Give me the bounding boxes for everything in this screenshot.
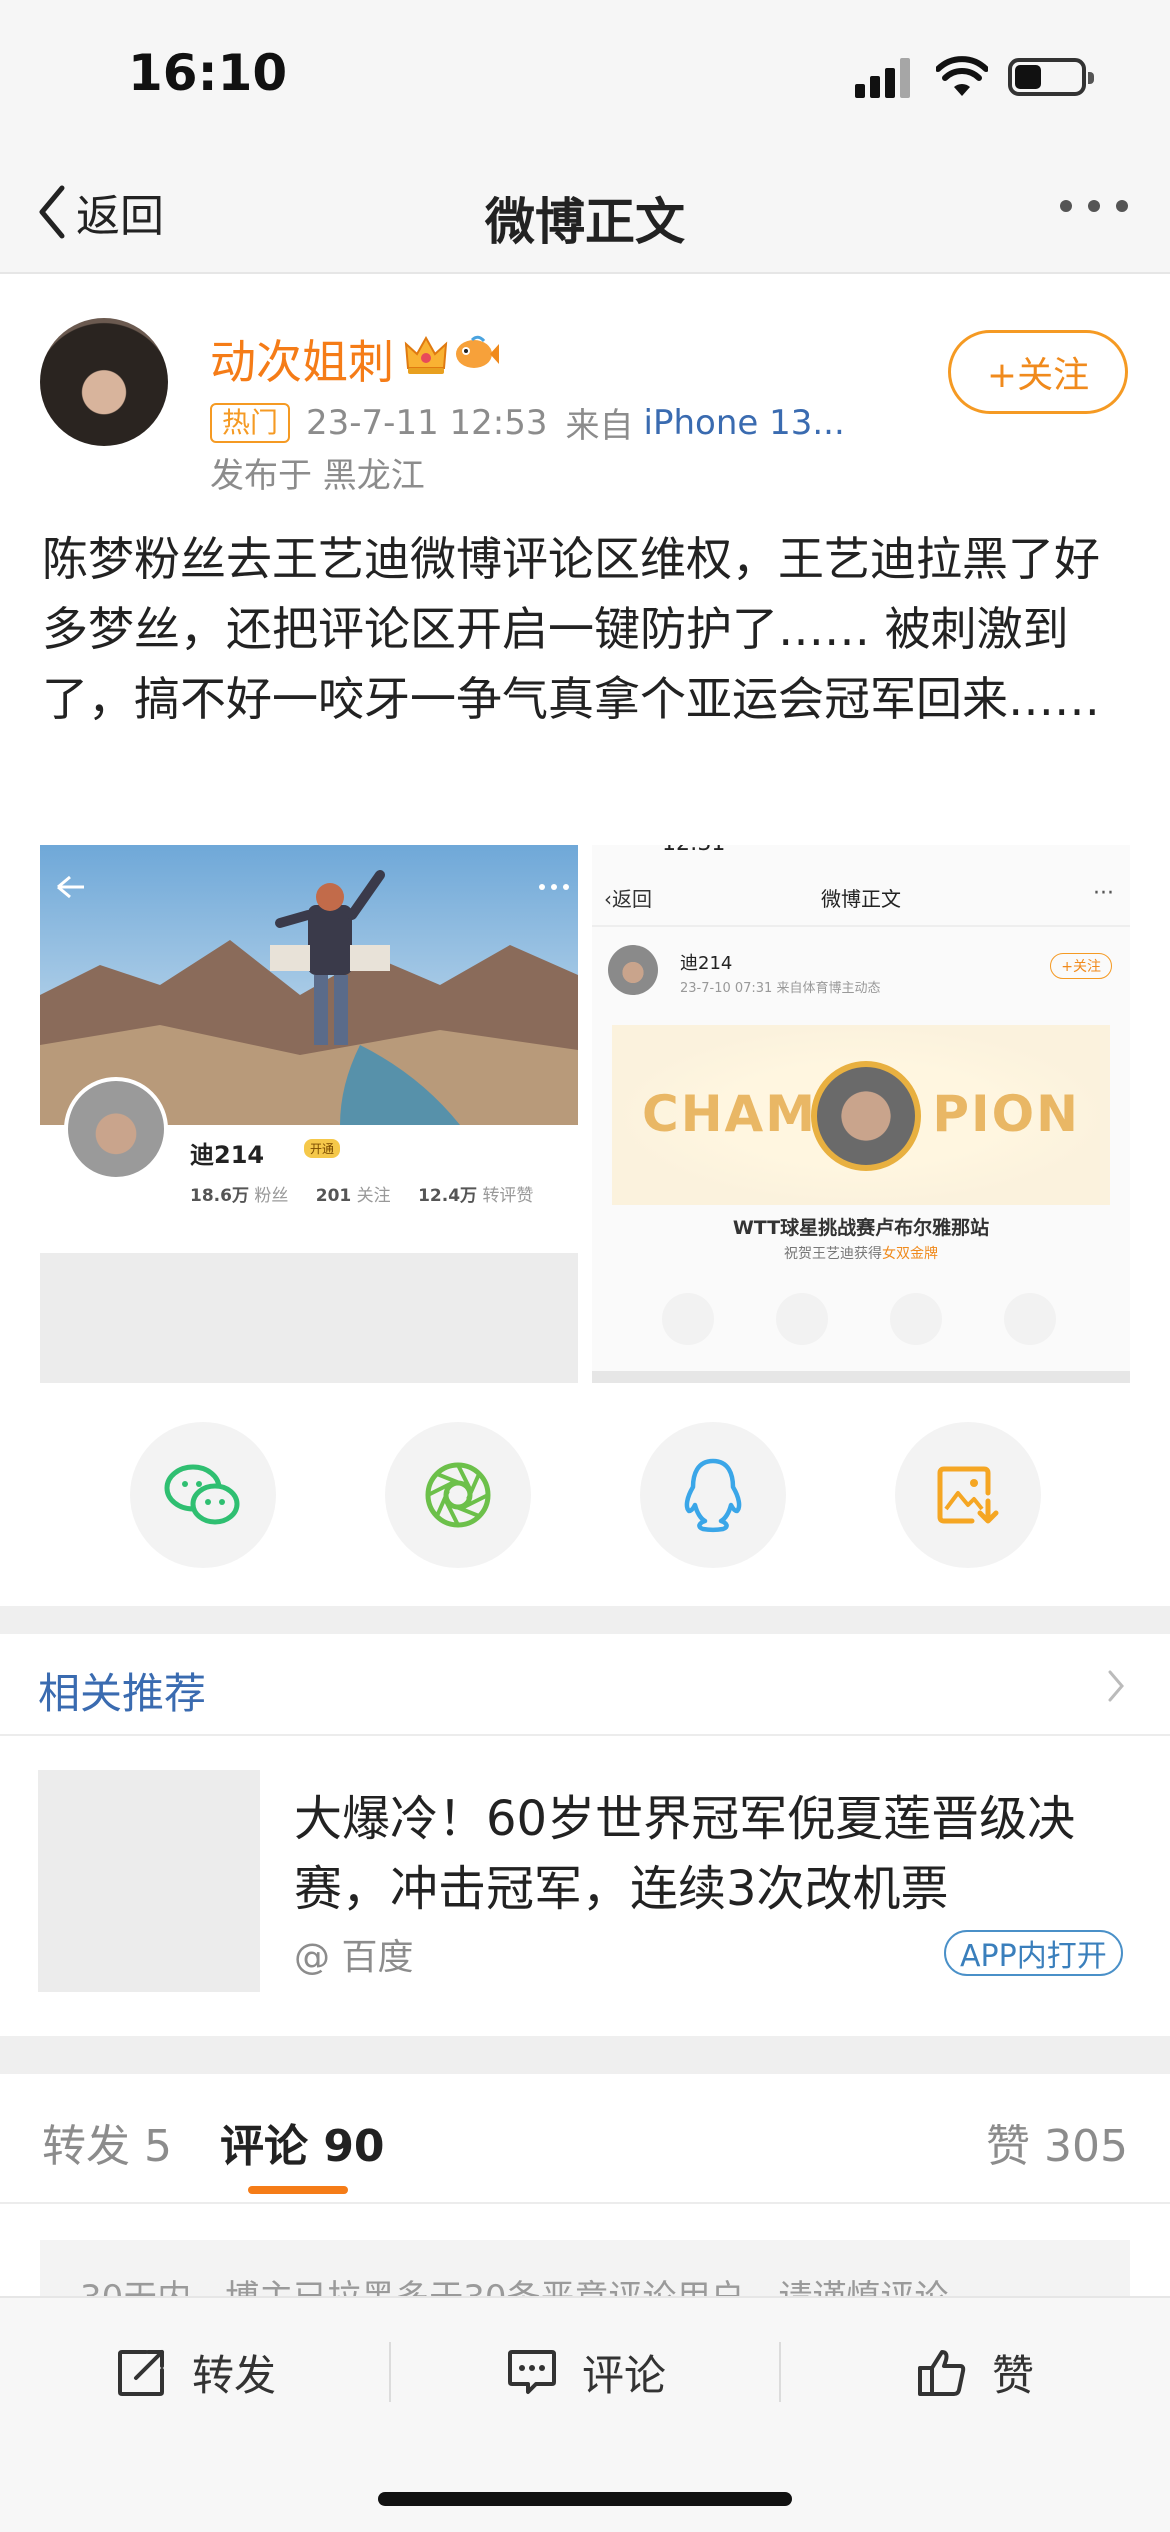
shot-time: 12:31 — [662, 845, 725, 856]
share-moments-button[interactable] — [385, 1422, 531, 1568]
battery-icon — [1008, 58, 1094, 96]
fans-label: 粉丝 — [254, 1186, 289, 1206]
tab-comment[interactable]: 评论 90 — [220, 2110, 385, 2174]
related-source: @ 百度 — [294, 1937, 414, 1978]
likes-count: 12.4万 — [418, 1186, 478, 1206]
thumbs-up-icon — [918, 2350, 966, 2396]
wifi-icon — [936, 56, 988, 96]
hot-badge: 热门 — [210, 402, 291, 443]
tab-indicator — [248, 2186, 348, 2194]
follow-label: 关注 — [356, 1186, 391, 1206]
comment-button[interactable]: 评论 — [506, 2340, 666, 2404]
divider — [779, 2342, 781, 2402]
likes-label: 转评赞 — [482, 1186, 534, 1206]
avatar[interactable] — [40, 318, 168, 446]
profile-avatar — [64, 1077, 168, 1181]
tab-like[interactable]: 赞 305 — [986, 2110, 1128, 2174]
related-thumbnail[interactable] — [38, 1770, 260, 1992]
champion-left: CHAM — [642, 1085, 817, 1143]
follow-button[interactable]: +关注 — [948, 330, 1128, 414]
post-text: 陈梦粉丝去王艺迪微博评论区维权，王艺迪拉黑了好多梦丝，还把评论区开启一键防护了…… — [42, 532, 1100, 726]
wechat-icon — [164, 1464, 240, 1525]
save-image-button[interactable] — [895, 1422, 1041, 1568]
shot-username: 迪214 — [680, 953, 733, 974]
post-location: 发布于 黑龙江 — [210, 456, 425, 496]
section-divider — [0, 1606, 1170, 1634]
related-title: 相关推荐 — [38, 1669, 207, 1718]
post-meta: 热门 23-7-11 12:53 来自 iPhone 13... — [210, 398, 845, 447]
divider — [0, 1734, 1170, 1736]
fish-badge-icon — [456, 335, 499, 368]
profile-strip: 迪214 开通 18.6万 粉丝 201 关注 12.4万 转评赞 — [40, 1077, 578, 1253]
status-time: 16:10 — [128, 44, 288, 102]
crown-icon — [404, 335, 448, 374]
repost-button[interactable]: 转发 — [116, 2340, 276, 2404]
post-timestamp: 23-7-11 12:53 — [306, 402, 548, 443]
champion-right: PION — [932, 1085, 1080, 1143]
chevron-right-icon[interactable] — [1106, 1668, 1126, 1704]
comment-notice: 30天内，博主已拉黑多于30条恶意评论用户，请谨慎评论 — [40, 2240, 1130, 2300]
divider — [389, 2342, 391, 2402]
source-device[interactable]: iPhone 13... — [644, 403, 845, 443]
qq-icon — [684, 1458, 742, 1532]
fans-count: 18.6万 — [190, 1186, 249, 1206]
champion-headline: WTT球星挑战赛卢布尔雅那站 — [732, 1217, 990, 1239]
author-name[interactable]: 动次姐刺 — [210, 326, 394, 392]
related-headline[interactable]: 大爆冷！60岁世界冠军倪夏莲晋级决赛，冲击冠军，连续3次改机票 — [294, 1784, 1134, 1924]
shot-avatar — [608, 945, 658, 995]
open-in-app-button[interactable]: APP内打开 — [944, 1930, 1123, 1976]
signal-icon — [855, 58, 911, 98]
share-wechat-button[interactable] — [130, 1422, 276, 1568]
follow-count: 201 — [315, 1186, 352, 1206]
post-image-1[interactable]: 迪214 开通 18.6万 粉丝 201 关注 12.4万 转评赞 — [40, 845, 578, 1383]
share-qq-button[interactable] — [640, 1422, 786, 1568]
repost-label: 转发 — [192, 2350, 277, 2400]
post-image-2[interactable]: 12:31 ‹返回 微博正文 ··· 迪214 23-7-10 07:31 来自… — [592, 845, 1130, 1383]
like-label: 赞 — [992, 2350, 1035, 2400]
page-title: 微博正文 — [485, 193, 685, 251]
comment-label: 评论 — [582, 2350, 667, 2400]
shot-more-icon: ··· — [1093, 881, 1114, 906]
like-button[interactable]: 赞 — [916, 2340, 1034, 2404]
moments-icon — [425, 1462, 491, 1528]
profile-badge: 开通 — [304, 1139, 341, 1158]
shot-title: 微博正文 — [821, 887, 901, 911]
interaction-tabs: 转发 5 评论 90 赞 305 — [0, 2074, 1170, 2204]
more-icon[interactable] — [1060, 200, 1128, 212]
shot-meta: 23-7-10 07:31 来自体育博主动态 — [680, 981, 881, 996]
repost-icon — [118, 2350, 164, 2396]
status-bar: 16:10 — [0, 0, 1170, 150]
profile-username: 迪214 — [190, 1141, 265, 1169]
champion-medal — [811, 1061, 921, 1171]
tab-repost[interactable]: 转发 5 — [42, 2110, 172, 2174]
home-indicator[interactable] — [378, 2492, 792, 2506]
shot-follow: +关注 — [1050, 953, 1112, 979]
nav-bar: 返回 微博正文 — [0, 150, 1170, 274]
shot-share-row — [662, 1293, 1056, 1345]
section-divider — [0, 2036, 1170, 2074]
save-image-icon — [937, 1466, 999, 1524]
champion-subline: 祝贺王艺迪获得女双金牌 — [784, 1246, 938, 1262]
champion-banner: CHAM PION — [612, 1025, 1110, 1205]
comment-icon — [508, 2350, 556, 2394]
profile-stats: 18.6万 粉丝 201 关注 12.4万 转评赞 — [190, 1181, 533, 1206]
source-prefix: 来自 — [565, 406, 634, 446]
